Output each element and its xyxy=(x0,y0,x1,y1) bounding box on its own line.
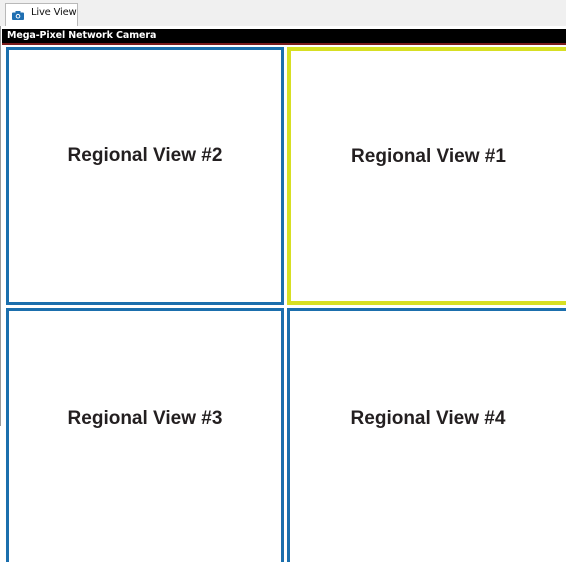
tab-bar: Live View xyxy=(0,0,566,26)
camera-title-bar: Mega-Pixel Network Camera xyxy=(2,29,566,45)
regional-view-4-label: Regional View #4 xyxy=(350,408,506,429)
regional-view-1-label: Regional View #1 xyxy=(351,146,506,167)
regional-view-2-label: Regional View #2 xyxy=(67,145,223,166)
camera-title: Mega-Pixel Network Camera xyxy=(7,30,157,41)
tab-live-view[interactable]: Live View xyxy=(5,3,78,26)
regional-view-1[interactable]: Regional View #1 xyxy=(287,47,566,305)
regional-view-3-label: Regional View #3 xyxy=(67,408,223,429)
regional-view-4[interactable]: Regional View #4 xyxy=(287,308,566,562)
tab-label: Live View xyxy=(31,7,77,18)
regional-view-3[interactable]: Regional View #3 xyxy=(6,308,284,562)
camera-icon xyxy=(12,11,24,20)
divider xyxy=(0,26,1,426)
regional-view-2[interactable]: Regional View #2 xyxy=(6,47,284,305)
live-view-window: Live View Mega-Pixel Network Camera Regi… xyxy=(0,0,566,562)
